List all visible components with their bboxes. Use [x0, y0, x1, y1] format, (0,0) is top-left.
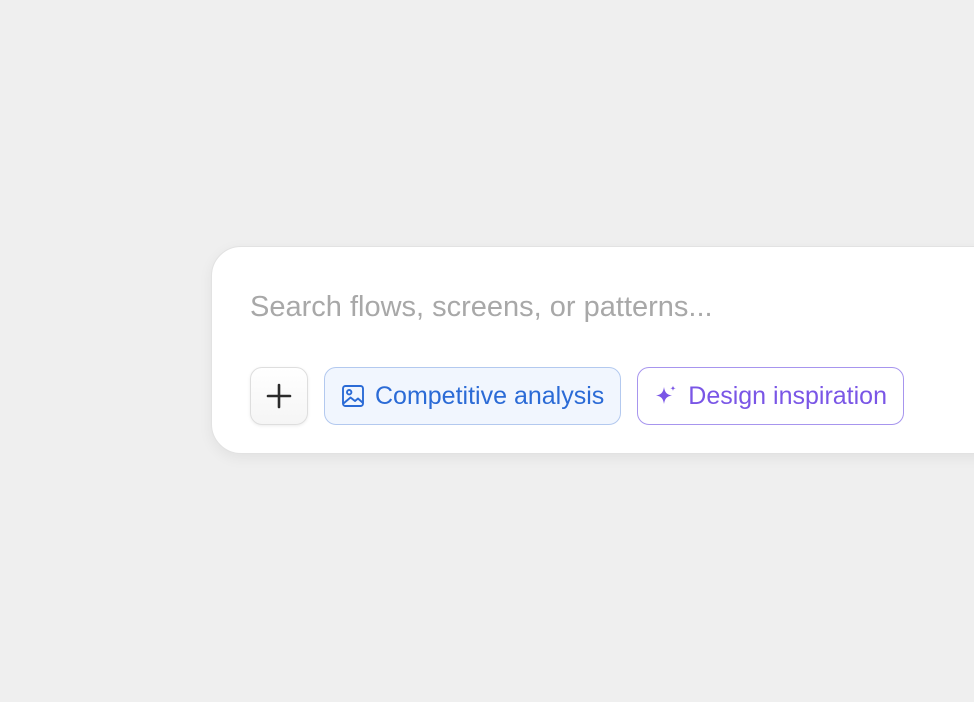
plus-icon	[266, 383, 292, 409]
add-button[interactable]	[250, 367, 308, 425]
design-inspiration-label: Design inspiration	[688, 381, 887, 410]
sparkle-icon	[654, 384, 678, 408]
design-inspiration-chip[interactable]: Design inspiration	[637, 367, 904, 425]
action-row: Competitive analysis Design inspiration	[250, 367, 904, 425]
competitive-analysis-label: Competitive analysis	[375, 381, 605, 410]
competitive-analysis-chip[interactable]: Competitive analysis	[324, 367, 622, 425]
search-input[interactable]	[250, 285, 950, 329]
search-card: Competitive analysis Design inspiration	[211, 246, 974, 454]
image-icon	[341, 384, 365, 408]
